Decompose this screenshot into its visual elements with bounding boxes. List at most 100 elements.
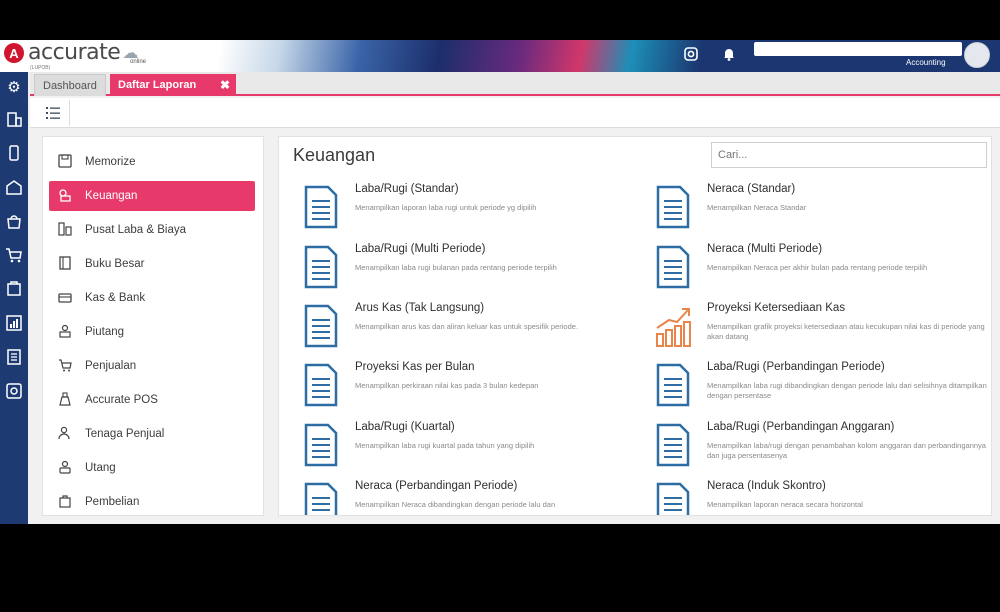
document-icon bbox=[304, 185, 338, 229]
left-rail: ⚙ bbox=[0, 72, 28, 524]
document-icon bbox=[656, 245, 690, 289]
sales-bag-icon[interactable] bbox=[2, 212, 26, 236]
document-icon bbox=[656, 185, 690, 229]
category-item-buku-besar[interactable]: Buku Besar bbox=[49, 249, 255, 279]
report-description: Menampilkan laba/rugi dengan penambahan … bbox=[707, 441, 986, 460]
category-label: Accurate POS bbox=[85, 394, 158, 406]
category-item-accurate-pos[interactable]: Accurate POS bbox=[49, 385, 255, 415]
document-icon bbox=[304, 245, 338, 289]
cart-icon[interactable] bbox=[2, 246, 26, 270]
report-panel: Keuangan Laba/Rugi (Standar) Menampilkan… bbox=[278, 136, 992, 516]
floppy-icon bbox=[55, 153, 75, 171]
category-label: Memorize bbox=[85, 156, 136, 168]
bell-icon[interactable] bbox=[720, 46, 738, 64]
category-item-utang[interactable]: Utang bbox=[49, 453, 255, 483]
report-item[interactable]: Laba/Rugi (Multi Periode) Menampilkan la… bbox=[303, 241, 643, 297]
category-item-penjualan[interactable]: Penjualan bbox=[49, 351, 255, 381]
report-name: Laba/Rugi (Perbandingan Periode) bbox=[707, 361, 885, 373]
category-item-kas-bank[interactable]: Kas & Bank bbox=[49, 283, 255, 313]
company-icon[interactable] bbox=[2, 110, 26, 134]
category-item-keuangan[interactable]: Keuangan bbox=[49, 181, 255, 211]
report-name: Proyeksi Kas per Bulan bbox=[355, 361, 475, 373]
category-label: Piutang bbox=[85, 326, 125, 338]
category-label: Pembelian bbox=[85, 496, 140, 508]
tab-daftar-laporan[interactable]: Daftar Laporan ✖ bbox=[110, 74, 236, 96]
category-item-pusat-laba-biaya[interactable]: Pusat Laba & Biaya bbox=[49, 215, 255, 245]
avatar[interactable] bbox=[964, 42, 990, 68]
salesperson-icon bbox=[55, 426, 75, 443]
category-label: Tenaga Penjual bbox=[85, 428, 165, 440]
logo-online-label: online bbox=[130, 59, 147, 65]
report-description: Menampilkan perkiraan nilai kas pada 3 b… bbox=[355, 381, 539, 390]
category-item-pembelian[interactable]: Pembelian bbox=[49, 487, 255, 515]
report-chart-icon[interactable] bbox=[2, 314, 26, 338]
category-panel: Memorize Keuangan Pusat Laba & Biaya Buk… bbox=[42, 136, 264, 516]
purchase-icon[interactable] bbox=[2, 280, 26, 304]
report-name: Laba/Rugi (Perbandingan Anggaran) bbox=[707, 421, 895, 433]
report-name: Neraca (Perbandingan Periode) bbox=[355, 480, 518, 492]
category-item-tenaga-penjual[interactable]: Tenaga Penjual bbox=[49, 419, 255, 449]
report-item[interactable]: Laba/Rugi (Kuartal) Menampilkan laba rug… bbox=[303, 419, 643, 475]
tab-dashboard[interactable]: Dashboard bbox=[34, 74, 106, 96]
close-icon[interactable]: ✖ bbox=[220, 74, 230, 96]
category-item-piutang[interactable]: Piutang bbox=[49, 317, 255, 347]
report-item[interactable]: Arus Kas (Tak Langsung) Menampilkan arus… bbox=[303, 300, 643, 356]
category-label: Utang bbox=[85, 462, 116, 474]
report-item[interactable]: Laba/Rugi (Perbandingan Periode) Menampi… bbox=[655, 359, 991, 415]
report-description: Menampilkan arus kas dan aliran keluar k… bbox=[355, 322, 579, 331]
purchase-icon bbox=[55, 494, 75, 511]
cost-center-icon bbox=[55, 221, 75, 239]
report-name: Arus Kas (Tak Langsung) bbox=[355, 302, 485, 314]
report-item[interactable]: Neraca (Standar) Menampilkan Neraca Stan… bbox=[655, 181, 991, 237]
tab-bar: Dashboard Daftar Laporan ✖ 2 ⌄ bbox=[30, 72, 1000, 96]
report-item[interactable]: Neraca (Induk Skontro) Menampilkan lapor… bbox=[655, 478, 991, 515]
document-icon bbox=[656, 363, 690, 407]
warehouse-icon[interactable] bbox=[2, 178, 26, 202]
report-description: Menampilkan grafik proyeksi ketersediaan… bbox=[707, 322, 985, 341]
report-description: Menampilkan laporan laba rugi untuk peri… bbox=[355, 203, 537, 212]
search-input[interactable] bbox=[711, 142, 987, 168]
report-description: Menampilkan Neraca Standar bbox=[707, 203, 807, 212]
report-description: Menampilkan laporan neraca secara horizo… bbox=[707, 500, 863, 509]
growth-chart-icon bbox=[656, 308, 691, 347]
report-description: Menampilkan Neraca per akhir bulan pada … bbox=[707, 263, 928, 272]
payable-icon bbox=[55, 460, 75, 477]
report-item[interactable]: Laba/Rugi (Perbandingan Anggaran) Menamp… bbox=[655, 419, 991, 475]
user-role: Accounting bbox=[906, 58, 946, 67]
category-label: Keuangan bbox=[85, 190, 138, 202]
logo-sub-label: (LUPOB) bbox=[30, 65, 51, 71]
report-item[interactable]: Proyeksi Kas per Bulan Menampilkan perki… bbox=[303, 359, 643, 415]
report-description: Menampilkan laba rugi kuartal pada tahun… bbox=[355, 441, 535, 450]
report-item[interactable]: Neraca (Multi Periode) Menampilkan Nerac… bbox=[655, 241, 991, 297]
report-description: Menampilkan laba rugi dibandingkan denga… bbox=[707, 381, 987, 400]
receivable-icon bbox=[55, 324, 75, 341]
accurate-logo[interactable]: A accurate ☁ online (LUPOB) bbox=[4, 40, 146, 71]
logo-mark: A bbox=[4, 43, 24, 63]
toolbar bbox=[30, 98, 1000, 128]
document-icon bbox=[304, 304, 338, 348]
cart-icon bbox=[55, 358, 75, 375]
report-name: Laba/Rugi (Kuartal) bbox=[355, 421, 455, 433]
finance-icon bbox=[55, 188, 75, 205]
document-icon bbox=[304, 482, 338, 515]
user-name-box[interactable] bbox=[754, 42, 962, 56]
category-label: Kas & Bank bbox=[85, 292, 146, 304]
category-label: Pusat Laba & Biaya bbox=[85, 224, 187, 236]
category-item-memorize[interactable]: Memorize bbox=[49, 147, 255, 177]
report-description: Menampilkan laba rugi bulanan pada renta… bbox=[355, 263, 557, 272]
document-icon bbox=[304, 363, 338, 407]
report-item[interactable]: Laba/Rugi (Standar) Menampilkan laporan … bbox=[303, 181, 643, 237]
dashboard-icon[interactable] bbox=[2, 382, 26, 406]
document-icon bbox=[656, 482, 690, 515]
list-view-button[interactable] bbox=[36, 100, 70, 126]
camera-icon[interactable] bbox=[682, 46, 700, 64]
pos-icon bbox=[55, 391, 75, 409]
report-item[interactable]: Proyeksi Ketersediaan Kas Menampilkan gr… bbox=[655, 300, 991, 356]
phone-icon[interactable] bbox=[2, 144, 26, 168]
logo-wordmark: accurate bbox=[28, 40, 121, 65]
report-item[interactable]: Neraca (Perbandingan Periode) Menampilka… bbox=[303, 478, 643, 515]
tab-label: Dashboard bbox=[43, 80, 97, 92]
list-report-icon[interactable] bbox=[2, 348, 26, 372]
settings-icon[interactable]: ⚙ bbox=[2, 76, 26, 100]
page-title: Keuangan bbox=[293, 145, 376, 165]
